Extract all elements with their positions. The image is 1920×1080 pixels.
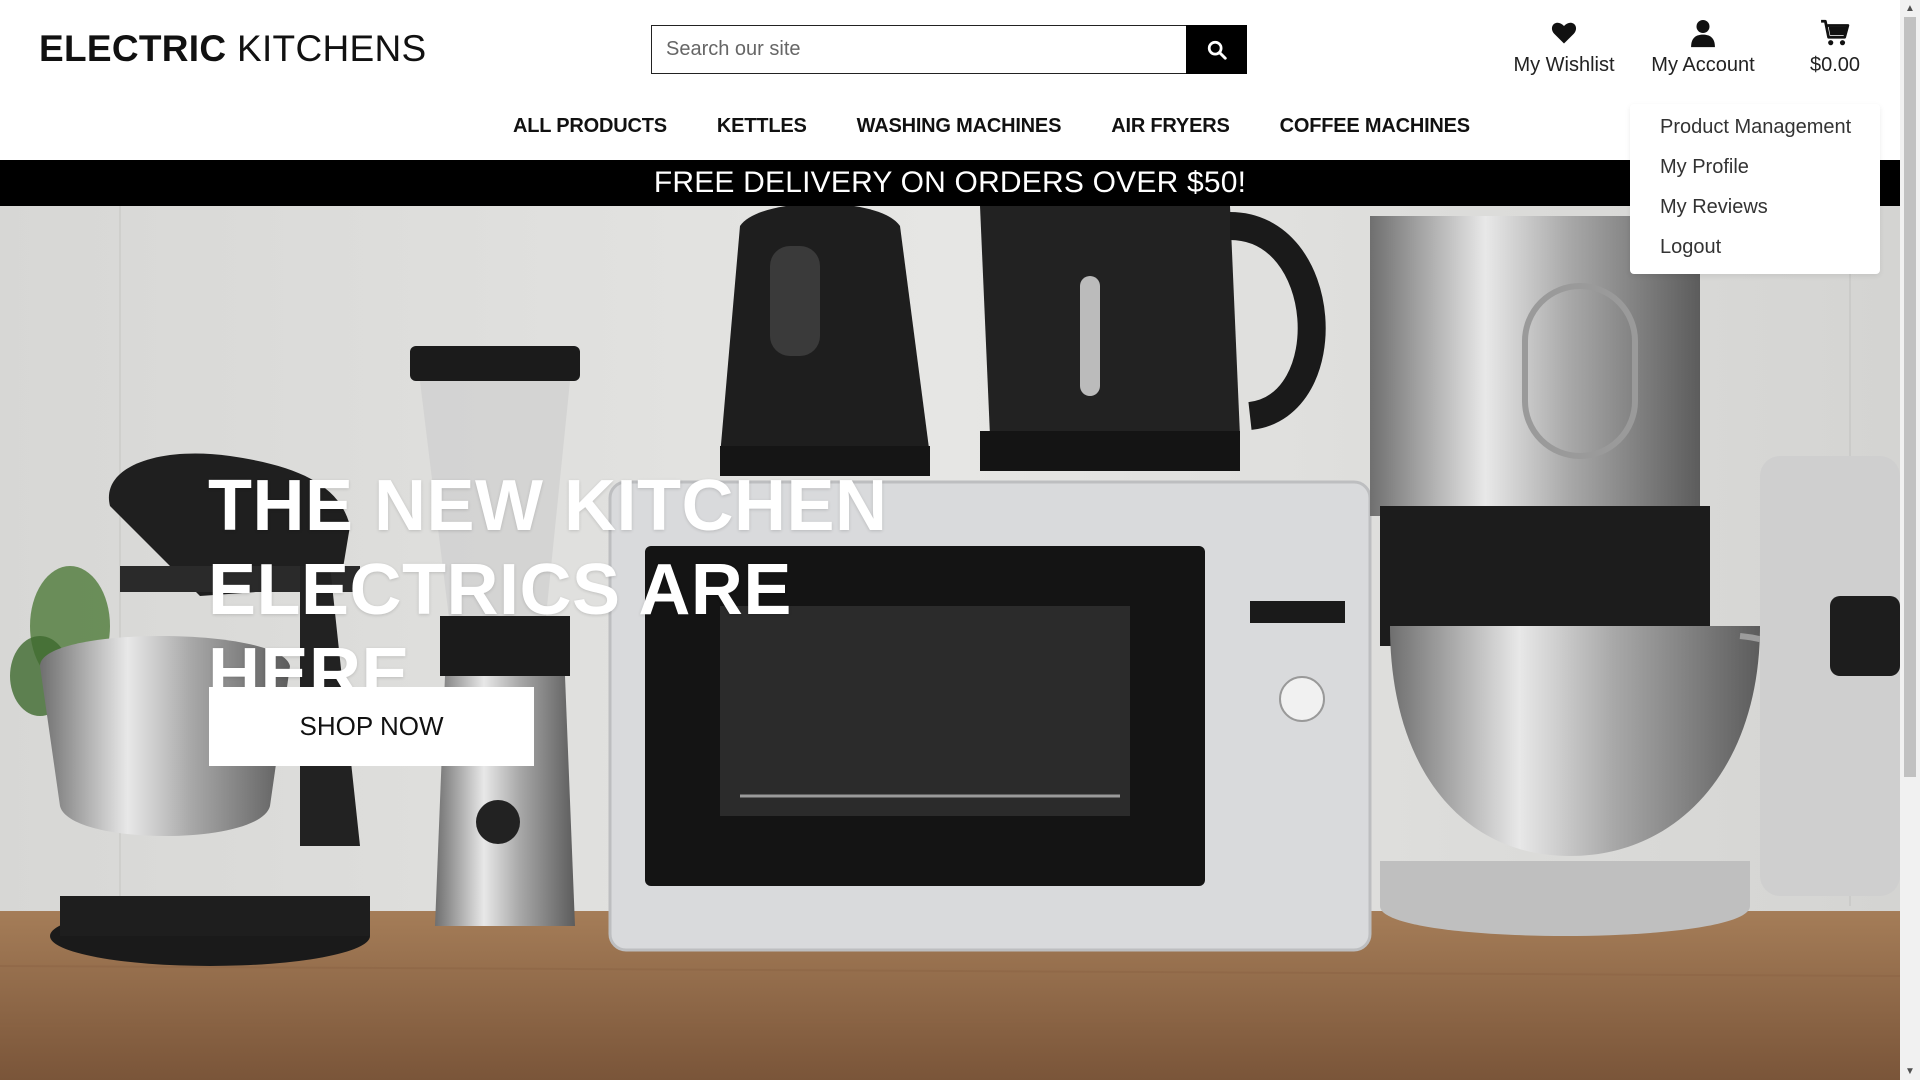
search-form xyxy=(651,25,1247,74)
logo-bold-text: ELECTRIC xyxy=(39,28,227,69)
vertical-scrollbar[interactable]: ▲ ▼ xyxy=(1900,0,1920,1080)
nav-item-all-products[interactable]: All Products xyxy=(488,110,692,143)
nav-item-washing-machines[interactable]: Washing Machines xyxy=(832,110,1087,143)
site-header: ELECTRIC KITCHENS My Wishlist My Accoun xyxy=(0,0,1900,160)
menu-item-my-reviews[interactable]: My Reviews xyxy=(1660,190,1880,230)
nav-item-air-fryers[interactable]: Air Fryers xyxy=(1086,110,1254,143)
scroll-down-arrow-icon[interactable]: ▼ xyxy=(1900,1063,1920,1080)
scrollbar-thumb[interactable] xyxy=(1904,17,1916,777)
scroll-up-arrow-icon[interactable]: ▲ xyxy=(1900,0,1920,17)
nav-item-kettles[interactable]: Kettles xyxy=(692,110,832,143)
delivery-banner: FREE DELIVERY ON ORDERS OVER $50! xyxy=(0,160,1900,206)
page: ELECTRIC KITCHENS My Wishlist My Accoun xyxy=(0,0,1920,1080)
wishlist-link[interactable]: My Wishlist xyxy=(1512,18,1616,77)
hero-title-line-1: The new kitchen xyxy=(208,466,888,546)
user-icon xyxy=(1691,20,1715,48)
cart-link[interactable]: $0.00 xyxy=(1800,18,1870,77)
menu-item-logout[interactable]: Logout xyxy=(1660,230,1880,270)
menu-item-my-profile[interactable]: My Profile xyxy=(1660,150,1880,190)
hero-section: The new kitchen electrics are here Shop … xyxy=(0,206,1900,1080)
nav-item-coffee-machines[interactable]: Coffee Machines xyxy=(1255,110,1495,143)
hero-title: The new kitchen electrics are here xyxy=(208,464,968,716)
search-button[interactable] xyxy=(1186,25,1247,74)
search-icon xyxy=(1207,40,1227,60)
menu-item-product-management[interactable]: Product Management xyxy=(1660,110,1880,150)
site-logo[interactable]: ELECTRIC KITCHENS xyxy=(39,28,426,70)
account-link[interactable]: My Account xyxy=(1647,18,1759,77)
logo-text: KITCHENS xyxy=(226,28,427,69)
account-label: My Account xyxy=(1651,54,1755,76)
cart-icon xyxy=(1821,19,1850,46)
search-input[interactable] xyxy=(651,25,1186,74)
main-nav-list: All Products Kettles Washing Machines Ai… xyxy=(488,110,1495,143)
wishlist-label: My Wishlist xyxy=(1513,54,1615,76)
shop-now-button[interactable]: Shop Now xyxy=(209,687,534,766)
account-dropdown-menu: Product Management My Profile My Reviews… xyxy=(1630,104,1880,274)
heart-icon xyxy=(1551,22,1577,44)
cart-total: $0.00 xyxy=(1809,54,1861,76)
delivery-banner-text: FREE DELIVERY ON ORDERS OVER $50! xyxy=(653,166,1247,199)
